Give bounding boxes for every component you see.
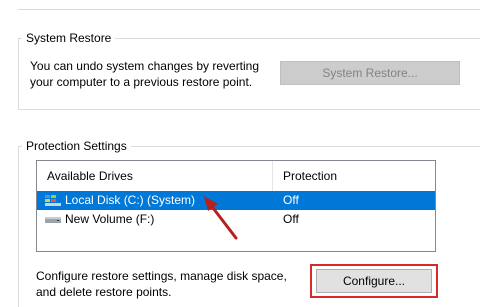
system-restore-description: You can undo system changes by reverting… [30,59,260,89]
column-available-drives[interactable]: Available Drives [47,161,133,191]
protection-settings-title: Protection Settings [22,139,131,153]
drive-icon [45,217,61,223]
top-divider [18,9,480,10]
system-restore-button[interactable]: System Restore... [280,61,460,85]
system-restore-title: System Restore [22,31,116,45]
configure-description: Configure restore settings, manage disk … [36,269,287,299]
configure-button[interactable]: Configure... [316,269,432,293]
drive-name: New Volume (F:) [65,212,155,226]
listview-header: Available Drives Protection [37,161,435,192]
drive-protection-status: Off [283,193,299,207]
column-separator[interactable] [272,161,273,191]
annotation-arrow-icon [204,196,238,240]
drive-protection-status: Off [283,212,299,226]
column-protection[interactable]: Protection [283,161,337,191]
system-drive-icon [45,195,61,206]
drive-name: Local Disk (C:) (System) [65,193,196,207]
system-protection-panel: System Restore You can undo system chang… [0,0,480,307]
